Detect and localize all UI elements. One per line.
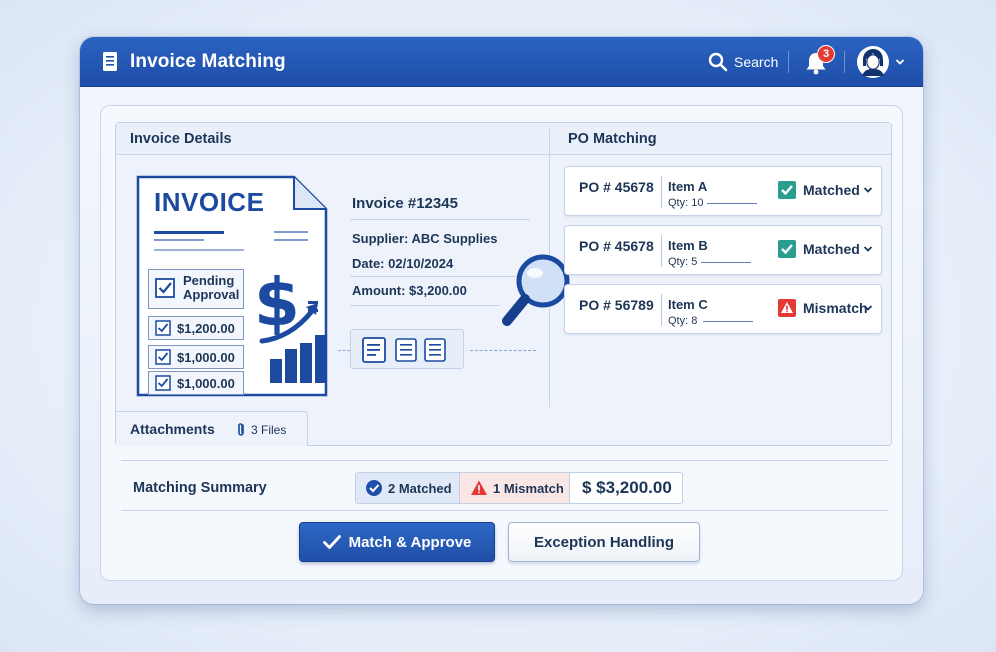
pending-approval-status: Pending Approval	[148, 269, 244, 309]
main-content: Invoice Details PO Matching INVOICE Pend	[100, 105, 903, 581]
summary-divider	[121, 510, 888, 511]
po-item-name: Item B	[668, 238, 708, 253]
header-divider	[788, 51, 789, 73]
header-divider	[844, 51, 845, 73]
checkbox-icon	[155, 375, 171, 391]
match-status-label: Mismatch	[803, 300, 868, 316]
attachments-count: 3 Files	[251, 423, 287, 437]
search-button[interactable]: Search	[708, 50, 778, 74]
line-amount: $1,000.00	[177, 375, 235, 391]
qty-underline	[703, 321, 753, 322]
po-separator	[661, 294, 662, 326]
check-badge-icon	[778, 181, 796, 199]
matching-summary-title: Matching Summary	[133, 480, 267, 496]
line-amount: $1,000.00	[177, 349, 235, 365]
meta-divider	[350, 305, 500, 306]
invoice-date: Date: 02/10/2024	[352, 256, 454, 271]
connector-line	[338, 350, 350, 351]
meta-divider	[350, 219, 530, 220]
invoice-number: Invoice #12345	[352, 195, 458, 212]
po-separator	[661, 176, 662, 208]
chevron-down-icon[interactable]	[895, 57, 905, 67]
checkbox-icon	[155, 320, 171, 336]
warning-icon	[471, 480, 487, 495]
title-bar: Invoice Matching Search 3	[80, 37, 923, 87]
po-number: PO # 45678	[579, 238, 654, 254]
matching-summary-bar: 2 Matched 1 Mismatch $ $3,200.00	[355, 472, 683, 504]
panel-header	[116, 123, 891, 155]
connector-line	[470, 350, 536, 351]
search-label: Search	[734, 54, 779, 70]
magnifier-icon	[502, 254, 570, 326]
po-number: PO # 56789	[579, 297, 654, 313]
qty-underline	[707, 203, 757, 204]
attachments-label: Attachments	[130, 421, 215, 437]
attached-documents-preview	[350, 329, 464, 369]
search-icon	[708, 52, 728, 72]
summary-matched: 2 Matched	[356, 473, 460, 503]
match-status-label: Matched	[803, 241, 860, 257]
attachments-tab[interactable]: Attachments 3 Files	[116, 411, 308, 446]
invoice-doc-title: INVOICE	[154, 187, 265, 217]
po-matching-heading: PO Matching	[568, 131, 657, 147]
check-circle-icon	[366, 480, 382, 496]
po-row[interactable]: PO # 56789 Item C Qty: 8 Mismatch	[564, 284, 882, 334]
chevron-down-icon[interactable]	[863, 244, 873, 254]
po-item-name: Item C	[668, 297, 708, 312]
po-number: PO # 45678	[579, 179, 654, 195]
document-icon	[103, 52, 117, 71]
paperclip-icon	[238, 423, 244, 436]
document-stack-icon	[362, 337, 446, 363]
app-title: Invoice Matching	[130, 51, 286, 72]
line-amount-row: $1,000.00	[148, 345, 244, 369]
notification-badge: 3	[817, 45, 835, 63]
po-quantity: Qty: 10	[668, 197, 704, 209]
dollar-growth-icon: $	[254, 264, 327, 383]
match-status-label: Matched	[803, 182, 860, 198]
line-amount-row: $1,200.00	[148, 316, 244, 340]
invoice-details-heading: Invoice Details	[130, 131, 232, 147]
invoice-matching-window: Invoice Matching Search 3 Invoice Detail…	[80, 37, 923, 604]
invoice-amount: Amount: $3,200.00	[352, 283, 467, 298]
match-status: Matched	[777, 239, 860, 259]
po-quantity: Qty: 5	[668, 256, 698, 268]
check-badge-icon	[778, 240, 796, 258]
checkbox-icon	[155, 278, 175, 298]
exception-handling-button[interactable]: Exception Handling	[508, 522, 700, 562]
warning-icon	[778, 299, 796, 317]
summary-mismatch: 1 Mismatch	[460, 473, 570, 503]
checkbox-icon	[155, 349, 171, 365]
chevron-down-icon[interactable]	[863, 303, 873, 313]
summary-mismatch-label: 1 Mismatch	[493, 480, 564, 496]
qty-underline	[701, 262, 751, 263]
summary-matched-label: 2 Matched	[388, 480, 452, 496]
summary-total: $ $3,200.00	[582, 478, 672, 497]
match-approve-label: Match & Approve	[348, 533, 472, 551]
details-panel: Invoice Details PO Matching INVOICE Pend	[115, 122, 892, 446]
exception-handling-label: Exception Handling	[533, 533, 674, 551]
line-amount-row: $1,000.00	[148, 371, 244, 395]
chevron-down-icon[interactable]	[863, 185, 873, 195]
pending-approval-label: Pending Approval	[183, 273, 240, 302]
line-amount: $1,200.00	[177, 320, 235, 336]
summary-divider	[121, 460, 888, 461]
po-quantity: Qty: 8	[668, 315, 698, 327]
checkmark-icon	[322, 535, 341, 549]
match-status: Mismatch	[777, 298, 868, 318]
po-separator	[661, 235, 662, 267]
po-row[interactable]: PO # 45678 Item B Qty: 5 Matched	[564, 225, 882, 275]
invoice-supplier: Supplier: ABC Supplies	[352, 231, 498, 246]
match-status: Matched	[777, 180, 860, 200]
match-approve-button[interactable]: Match & Approve	[299, 522, 495, 562]
po-row[interactable]: PO # 45678 Item A Qty: 10 Matched	[564, 166, 882, 216]
po-item-name: Item A	[668, 179, 708, 194]
user-avatar-icon[interactable]	[856, 45, 890, 79]
